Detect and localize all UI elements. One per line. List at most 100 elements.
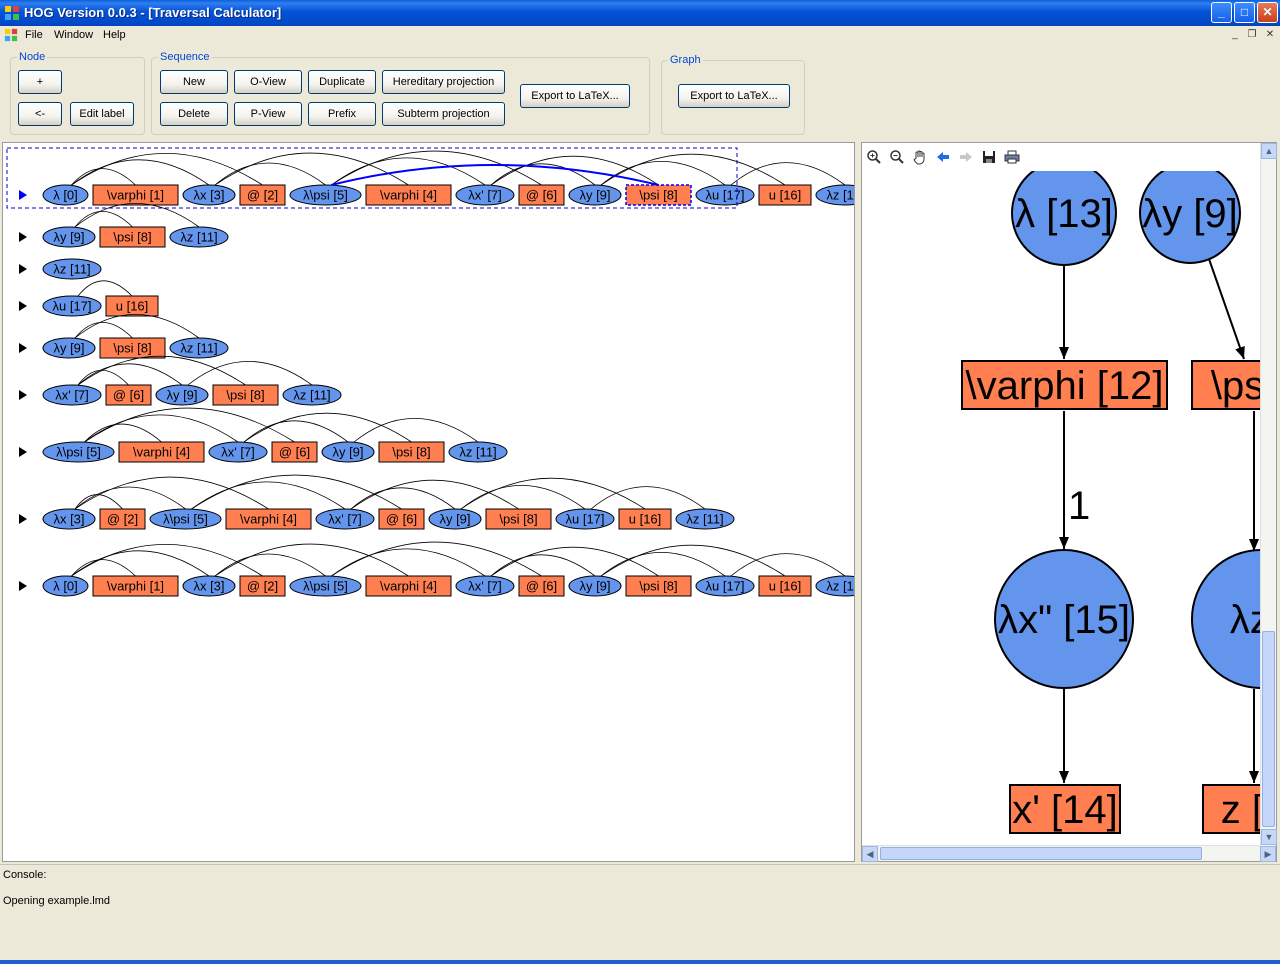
traversal-row[interactable]: λz [11] <box>19 258 102 280</box>
lambda-node[interactable]: λz [11] <box>448 441 508 463</box>
delete-button[interactable]: Delete <box>160 102 228 126</box>
expand-arrow-icon[interactable] <box>19 343 27 353</box>
zoom-out-icon[interactable] <box>889 149 905 165</box>
app-node[interactable]: \varphi [4] <box>365 184 452 206</box>
graph-canvas[interactable]: 1 λ [13] λy [9] \varphi [12] \psi λx" [15] λz … <box>862 171 1260 847</box>
mdi-child-icon[interactable] <box>4 28 18 42</box>
p-view-button[interactable]: P-View <box>234 102 302 126</box>
lambda-node[interactable]: λ\psi [5] <box>42 441 115 463</box>
app-node[interactable]: @ [6] <box>378 508 425 530</box>
app-node[interactable]: @ [6] <box>518 575 565 597</box>
minimize-button[interactable]: _ <box>1211 2 1232 23</box>
traversal-row[interactable]: λ [0] \varphi [1] λx [3] @ [2] λ\psi [5] \var… <box>6 147 875 209</box>
expand-arrow-icon[interactable] <box>19 447 27 457</box>
vertical-scroll-thumb[interactable] <box>1262 631 1275 827</box>
mdi-minimize-button[interactable]: _ <box>1228 29 1242 42</box>
app-node[interactable]: u [16] <box>618 508 672 530</box>
expand-arrow-icon[interactable] <box>19 264 27 274</box>
lambda-node[interactable]: λz [11] <box>815 575 875 597</box>
lambda-node[interactable]: λy [9] <box>568 575 622 597</box>
menu-help[interactable]: Help <box>103 29 126 41</box>
hereditary-projection-button[interactable]: Hereditary projection <box>382 70 505 94</box>
graph-lambda-node[interactable]: λy [9] <box>1139 171 1241 264</box>
back-arrow-icon[interactable] <box>935 149 951 165</box>
o-view-button[interactable]: O-View <box>234 70 302 94</box>
lambda-node[interactable]: λx [3] <box>42 508 96 530</box>
save-icon[interactable] <box>981 149 997 165</box>
traversal-row[interactable]: λx [3] @ [2] λ\psi [5] \varphi [4] λx' [7] @ … <box>19 474 735 530</box>
app-node[interactable]: \varphi [4] <box>365 575 452 597</box>
traversal-row[interactable]: λy [9] \psi [8] λz [11] <box>19 203 229 248</box>
app-node[interactable]: u [16] <box>758 184 812 206</box>
app-node[interactable]: \varphi [4] <box>118 441 205 463</box>
computation-graph[interactable]: 1 λ [13] λy [9] \varphi [12] \psi λx" [15] λz … <box>862 171 1260 847</box>
scroll-down-icon[interactable]: ▼ <box>1261 829 1277 845</box>
lambda-node[interactable]: λx' [7] <box>42 384 102 406</box>
lambda-node[interactable]: λz [11] <box>815 184 875 206</box>
app-node[interactable]: u [16] <box>105 295 159 317</box>
graph-app-node[interactable]: \varphi [12] <box>961 360 1168 410</box>
expand-arrow-icon[interactable] <box>19 190 27 200</box>
lambda-node[interactable]: λx' [7] <box>315 508 375 530</box>
scroll-left-icon[interactable]: ◀ <box>862 846 878 862</box>
lambda-node[interactable]: λu [17] <box>695 184 755 206</box>
traversal-sequences[interactable]: λ [0] \varphi [1] λx [3] @ [2] λ\psi [5] \var… <box>3 143 875 861</box>
app-node[interactable]: @ [2] <box>239 575 286 597</box>
graph-app-node[interactable]: \psi <box>1191 360 1260 410</box>
app-node[interactable]: @ [6] <box>518 184 565 206</box>
vertical-scrollbar[interactable]: ▲ ▼ <box>1260 143 1277 847</box>
traversal-row[interactable]: λx' [7] @ [6] λy [9] \psi [8] λz [11] <box>19 355 342 406</box>
lambda-node[interactable]: λx' [7] <box>455 184 515 206</box>
mdi-close-button[interactable]: ✕ <box>1263 29 1277 42</box>
scroll-up-icon[interactable]: ▲ <box>1261 143 1277 159</box>
lambda-node[interactable]: λx' [7] <box>455 575 515 597</box>
traversal-row[interactable]: λ [0] \varphi [1] λx [3] @ [2] λ\psi [5] \var… <box>19 541 875 597</box>
subterm-projection-button[interactable]: Subterm projection <box>382 102 505 126</box>
app-node[interactable]: \psi [8] <box>212 384 279 406</box>
lambda-node[interactable]: λu [17] <box>695 575 755 597</box>
app-node[interactable]: \psi [8] <box>378 441 445 463</box>
app-node[interactable]: \psi [8] <box>99 337 166 359</box>
maximize-button[interactable]: □ <box>1234 2 1255 23</box>
traversal-row[interactable]: λy [9] \psi [8] λz [11] <box>19 314 229 359</box>
traversal-row[interactable]: λu [17] u [16] <box>19 280 159 317</box>
pan-hand-icon[interactable] <box>912 149 928 165</box>
lambda-node[interactable]: λ\psi [5] <box>289 184 362 206</box>
graph-app-node[interactable]: x' [14] <box>1009 784 1121 834</box>
lambda-node[interactable]: λ [0] <box>42 575 89 597</box>
duplicate-button[interactable]: Duplicate <box>308 70 376 94</box>
lambda-node[interactable]: λz [11] <box>169 337 229 359</box>
lambda-node[interactable]: λz [11] <box>675 508 735 530</box>
lambda-node[interactable]: λy [9] <box>428 508 482 530</box>
expand-arrow-icon[interactable] <box>19 581 27 591</box>
prefix-button[interactable]: Prefix <box>308 102 376 126</box>
app-node[interactable]: \varphi [1] <box>92 184 179 206</box>
graph-lambda-node[interactable]: λ [13] <box>1011 171 1117 266</box>
print-icon[interactable] <box>1004 149 1020 165</box>
graph-lambda-node[interactable]: λz [ <box>1191 549 1260 689</box>
lambda-node[interactable]: λy [9] <box>42 337 96 359</box>
scroll-right-icon[interactable]: ▶ <box>1260 846 1276 862</box>
app-node[interactable]: \psi [8] <box>485 508 552 530</box>
expand-arrow-icon[interactable] <box>19 301 27 311</box>
menu-file[interactable]: File <box>25 29 43 41</box>
graph-panel[interactable]: 1 λ [13] λy [9] \varphi [12] \psi λx" [15] λz … <box>861 142 1277 862</box>
lambda-node[interactable]: λz [11] <box>282 384 342 406</box>
graph-lambda-node[interactable]: λx" [15] <box>994 549 1134 689</box>
traversal-list-panel[interactable]: λ [0] \varphi [1] λx [3] @ [2] λ\psi [5] \var… <box>2 142 875 862</box>
horizontal-scroll-thumb[interactable] <box>880 847 1202 860</box>
lambda-node[interactable]: λx [3] <box>182 575 236 597</box>
lambda-node[interactable]: λu [17] <box>555 508 615 530</box>
lambda-node[interactable]: λ [0] <box>42 184 89 206</box>
app-node[interactable]: \varphi [1] <box>92 575 179 597</box>
app-node[interactable]: \psi [8] <box>625 184 692 206</box>
menu-window[interactable]: Window <box>54 29 93 41</box>
app-node[interactable]: @ [6] <box>271 441 318 463</box>
traversal-row[interactable]: λ\psi [5] \varphi [4] λx' [7] @ [6] λy [9] \p… <box>19 407 508 463</box>
lambda-node[interactable]: λ\psi [5] <box>149 508 222 530</box>
lambda-node[interactable]: λy [9] <box>155 384 209 406</box>
export-sequence-latex-button[interactable]: Export to LaTeX... <box>520 84 630 108</box>
mdi-restore-button[interactable]: ❐ <box>1245 29 1259 42</box>
expand-arrow-icon[interactable] <box>19 390 27 400</box>
back-button[interactable]: <- <box>18 102 62 126</box>
